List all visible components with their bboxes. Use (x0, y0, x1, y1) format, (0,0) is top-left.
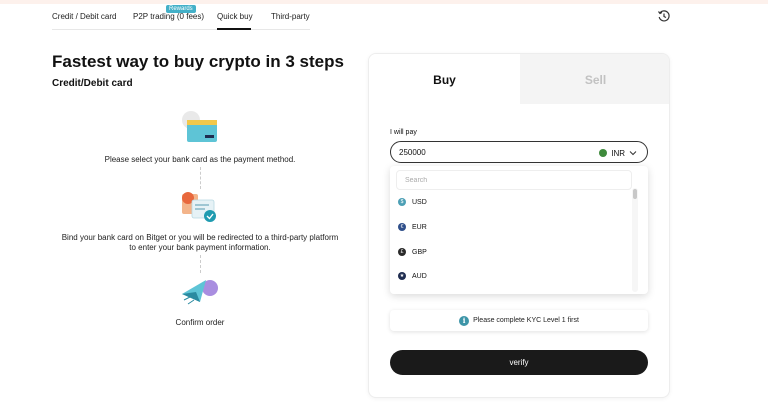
page-headline: Fastest way to buy crypto in 3 steps (52, 52, 344, 71)
currency-option-gbp[interactable]: £ GBP (398, 245, 427, 259)
currency-option-label: EUR (412, 223, 427, 231)
active-tab-indicator (217, 28, 251, 30)
currency-search-input[interactable] (396, 170, 632, 190)
tab-third-party[interactable]: Third-party (271, 12, 310, 21)
bank-card-illustration (182, 111, 217, 142)
scrollbar-thumb[interactable] (633, 189, 637, 199)
dropdown-scrollbar[interactable] (632, 188, 638, 292)
currency-code: INR (611, 148, 625, 158)
currency-option-label: USD (412, 198, 427, 206)
currency-option-label: AUD (412, 272, 427, 280)
currency-dropdown: $ USD € EUR £ GBP ★ AUD (390, 166, 648, 294)
pay-amount-value[interactable]: 250000 (399, 148, 426, 157)
verify-button[interactable]: verify (390, 350, 648, 375)
kyc-notice-text: Please complete KYC Level 1 first (473, 317, 579, 324)
tab-credit-debit-card[interactable]: Credit / Debit card (52, 12, 116, 21)
currency-option-aud[interactable]: ★ AUD (398, 269, 427, 283)
step2-text: Bind your bank card on Bitget or you wil… (55, 233, 345, 253)
page-subhead: Credit/Debit card (52, 78, 133, 89)
confirm-order-illustration (182, 280, 218, 305)
pay-amount-field[interactable]: 250000 INR (390, 141, 648, 163)
step-connector (200, 167, 201, 189)
step2-text-line1: Bind your bank card on Bitget or you wil… (61, 233, 339, 242)
currency-option-label: GBP (412, 248, 427, 256)
currency-select[interactable]: INR (599, 147, 637, 159)
buy-tab[interactable]: Buy (369, 54, 520, 104)
eur-icon: € (398, 223, 406, 231)
tab-p2p-trading[interactable]: P2P trading (0 fees) (133, 12, 204, 21)
aud-icon: ★ (398, 272, 406, 280)
pay-label: I will pay (390, 129, 417, 136)
bind-card-illustration (182, 192, 216, 222)
rewards-badge: Rewards (166, 5, 196, 13)
kyc-notice: i Please complete KYC Level 1 first (390, 310, 648, 331)
inr-flag-icon (599, 149, 608, 157)
usd-icon: $ (398, 198, 406, 206)
currency-option-eur[interactable]: € EUR (398, 220, 427, 234)
step3-text: Confirm order (175, 318, 225, 327)
info-icon: i (459, 315, 470, 326)
payment-tabs: Credit / Debit card P2P trading (0 fees)… (52, 0, 310, 30)
step1-text: Please select your bank card as the paym… (104, 155, 296, 164)
chevron-down-icon (629, 151, 637, 156)
history-icon[interactable] (657, 9, 671, 23)
gbp-icon: £ (398, 248, 406, 256)
currency-option-usd[interactable]: $ USD (398, 195, 427, 209)
step-connector (200, 255, 201, 273)
step2-text-line2: to enter your bank payment information. (129, 243, 271, 252)
tab-quick-buy[interactable]: Quick buy (217, 12, 253, 21)
sell-tab[interactable]: Sell (520, 54, 669, 104)
